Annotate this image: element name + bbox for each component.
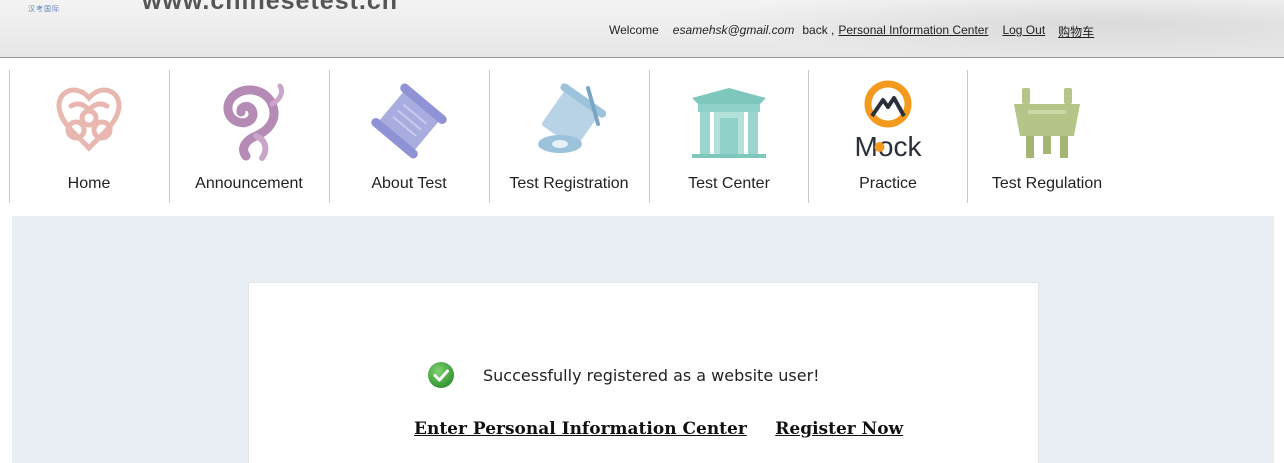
success-message-row: Successfully registered as a website use… [427, 360, 820, 390]
nav-label: Announcement [195, 175, 303, 192]
nav-label: Home [67, 175, 111, 192]
mock-logo-text: Mock [855, 131, 923, 162]
user-email: esamehsk@gmail.com [672, 23, 795, 37]
cart-link[interactable]: 购物车 [1058, 23, 1094, 39]
action-links: Enter Personal Information Center Regist… [414, 419, 903, 443]
nav-label: Test Regulation [991, 175, 1103, 192]
nav-label: About Test [371, 175, 447, 192]
personal-center-link[interactable]: Personal Information Center [838, 23, 988, 39]
nav-item-announcement[interactable]: Announcement [169, 70, 329, 203]
nav-item-test-regulation[interactable]: Test Regulation [967, 70, 1127, 203]
logout-link[interactable]: Log Out [1002, 23, 1045, 39]
gate-icon [649, 76, 809, 166]
welcome-text: Welcome [609, 23, 659, 37]
success-message: Successfully registered as a website use… [483, 365, 820, 385]
success-check-icon [428, 362, 454, 388]
site-url: www.chinesetest.cn [142, 0, 399, 15]
site-logo[interactable]: 汉考国际 [28, 4, 106, 16]
nav-item-test-center[interactable]: Test Center [649, 70, 809, 203]
nav-item-about-test[interactable]: About Test [329, 70, 489, 203]
ornament-heart-icon [9, 76, 169, 166]
nav-item-practice[interactable]: Mock Practice [808, 70, 968, 203]
header-banner: 汉考国际 www.chinesetest.cn Welcome esamehsk… [0, 0, 1284, 58]
enter-personal-center-link[interactable]: Enter Personal Information Center [414, 419, 747, 439]
register-now-link[interactable]: Register Now [775, 419, 903, 439]
nav-item-test-registration[interactable]: Test Registration [489, 70, 649, 203]
back-text: back , [802, 23, 835, 37]
swirl-icon [169, 76, 329, 166]
nav-label: Test Registration [509, 175, 629, 192]
scroll-icon [329, 76, 489, 166]
nav-label: Test Center [688, 175, 770, 192]
scroll-brush-icon [489, 76, 649, 166]
main-nav: Home Announcement About Test Test Regist… [0, 70, 1284, 203]
welcome-bar: Welcome esamehsk@gmail.com back , Person… [609, 23, 1094, 39]
nav-item-home[interactable]: Home [9, 70, 169, 203]
mock-logo-icon: Mock [808, 76, 968, 166]
nav-label: Practice [859, 175, 917, 192]
banner-divider [0, 57, 1284, 58]
ding-vessel-icon [967, 76, 1127, 166]
